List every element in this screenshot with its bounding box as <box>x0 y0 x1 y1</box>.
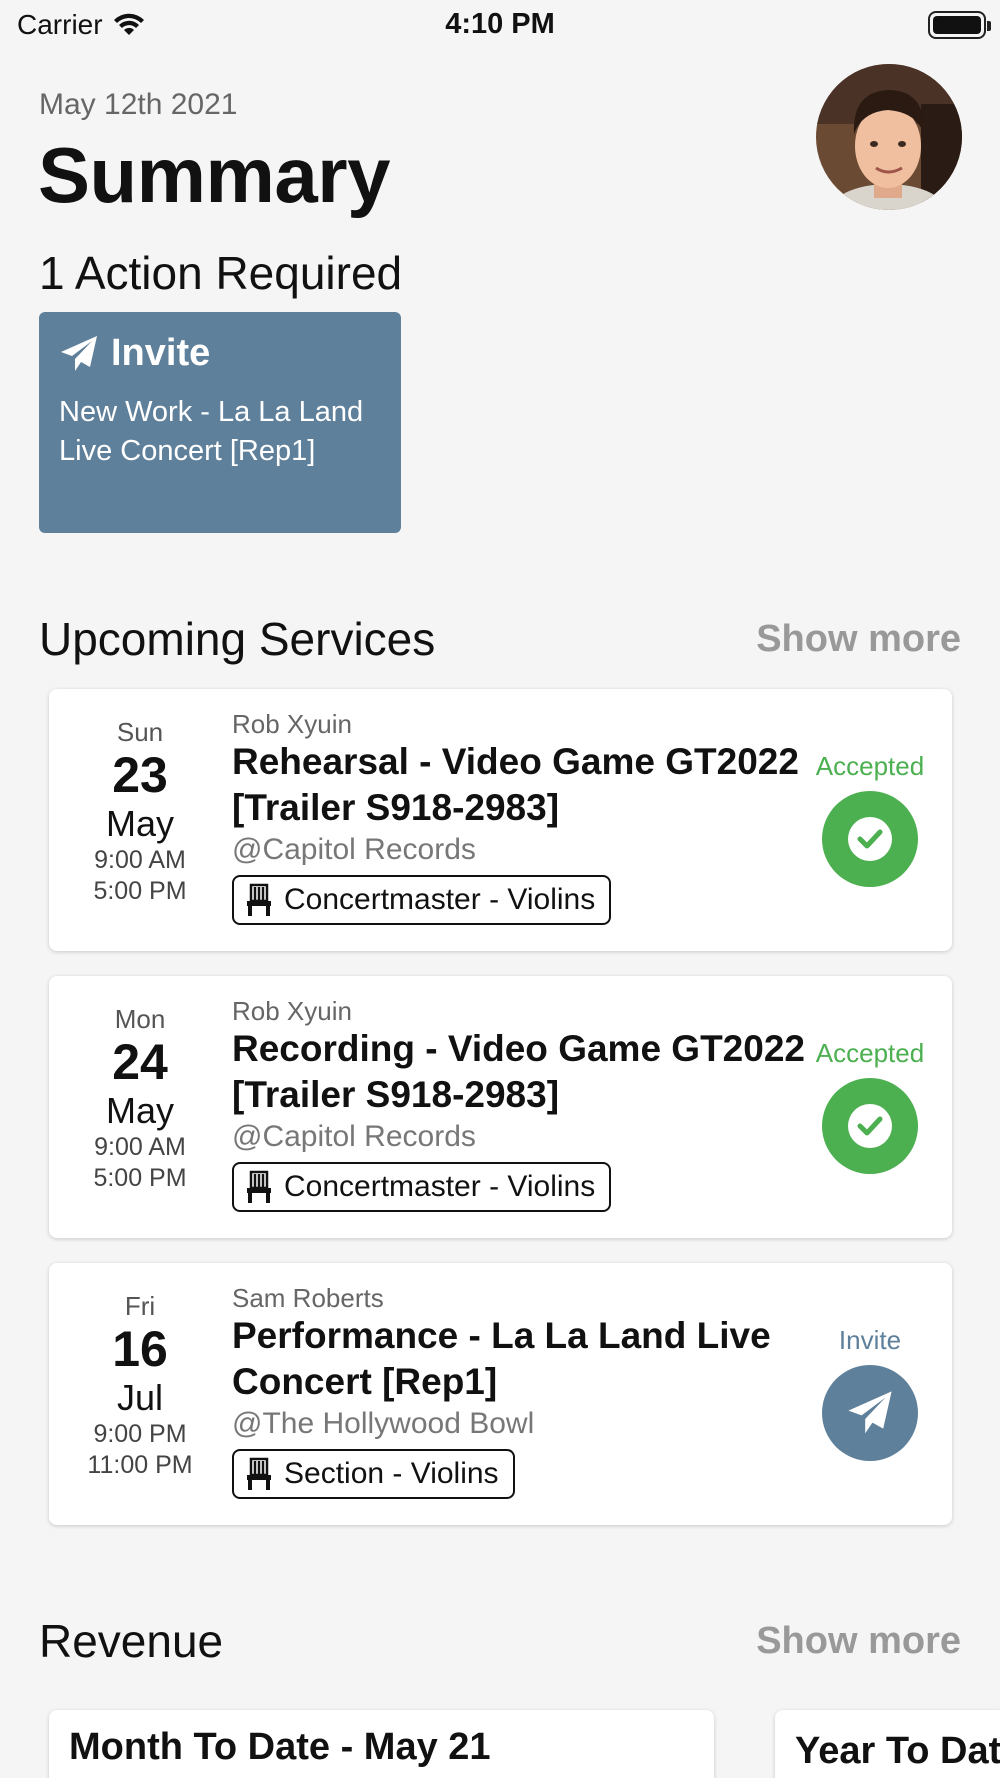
role-label: Section - Violins <box>284 1457 499 1490</box>
summary-date: May 12th 2021 <box>39 88 238 121</box>
service-month: May <box>105 1090 174 1131</box>
service-status: Invite <box>790 1325 950 1461</box>
service-card[interactable]: Sun 23 May 9:00 AM 5:00 PM Rob Xyuin Reh… <box>49 689 952 951</box>
revenue-section-header: Revenue Show more <box>39 1614 961 1668</box>
service-contact: Rob Xyuin <box>232 709 352 739</box>
role-label: Concertmaster - Violins <box>284 883 596 916</box>
service-status: Accepted <box>790 751 950 887</box>
chair-icon <box>247 1457 271 1490</box>
chair-icon <box>247 1170 271 1203</box>
paper-plane-icon <box>848 1391 892 1434</box>
actions-heading: 1 Action Required <box>39 247 403 299</box>
role-chip: Concertmaster - Violins <box>232 875 612 925</box>
service-contact: Rob Xyuin <box>232 996 352 1026</box>
action-card-type: Invite <box>111 332 211 374</box>
section-title: Upcoming Services <box>39 613 436 665</box>
status-button[interactable] <box>822 1365 918 1461</box>
service-end-time: 11:00 PM <box>87 1451 193 1479</box>
service-venue: @The Hollywood Bowl <box>232 1407 535 1440</box>
service-date: Sun 23 May 9:00 AM 5:00 PM <box>49 717 231 907</box>
service-title: Recording - Video Game GT2022 [Trailer S… <box>232 1028 805 1115</box>
role-chip: Section - Violins <box>232 1449 515 1499</box>
role-label: Concertmaster - Violins <box>284 1170 596 1203</box>
service-start-time: 9:00 AM <box>94 846 186 874</box>
revenue-card-title: Month To Date - May 21 <box>69 1726 491 1768</box>
service-start-time: 9:00 PM <box>93 1420 187 1448</box>
status-button[interactable] <box>822 1078 918 1174</box>
service-day: 23 <box>112 747 168 803</box>
service-weekday: Mon <box>114 1004 166 1034</box>
service-info: Sam Roberts Performance - La La Land Liv… <box>232 1283 832 1499</box>
service-weekday: Fri <box>124 1291 156 1321</box>
status-label: Invite <box>838 1325 902 1355</box>
action-card-text: New Work - La La Land Live Concert [Rep1… <box>59 396 364 467</box>
service-card[interactable]: Fri 16 Jul 9:00 PM 11:00 PM Sam Roberts … <box>49 1263 952 1525</box>
service-date: Fri 16 Jul 9:00 PM 11:00 PM <box>49 1291 231 1481</box>
service-day: 16 <box>112 1321 168 1377</box>
role-chip: Concertmaster - Violins <box>232 1162 612 1212</box>
upcoming-section-header: Upcoming Services Show more <box>39 612 961 666</box>
chair-icon <box>247 883 271 916</box>
service-start-time: 9:00 AM <box>94 1133 186 1161</box>
service-contact: Sam Roberts <box>232 1283 384 1313</box>
show-more-button[interactable]: Show more <box>756 618 961 661</box>
service-title: Performance - La La Land Live Concert [R… <box>232 1315 771 1402</box>
service-end-time: 5:00 PM <box>93 1164 187 1192</box>
service-month: May <box>105 803 174 844</box>
service-weekday: Sun <box>116 717 164 747</box>
status-time: 4:10 PM <box>445 8 555 40</box>
service-venue: @Capitol Records <box>232 833 476 866</box>
paper-plane-icon <box>61 335 97 371</box>
service-title: Rehearsal - Video Game GT2022 [Trailer S… <box>232 741 799 828</box>
avatar-photo <box>816 64 962 210</box>
service-date: Mon 24 May 9:00 AM 5:00 PM <box>49 1004 231 1194</box>
service-end-time: 5:00 PM <box>93 877 187 905</box>
revenue-card-year[interactable]: Year To Date <box>775 1710 1000 1778</box>
service-month: Jul <box>116 1377 164 1418</box>
battery-icon <box>928 11 991 39</box>
check-icon <box>848 1104 892 1148</box>
service-day: 24 <box>112 1034 168 1090</box>
revenue-card-month[interactable]: Month To Date - May 21 <box>49 1710 714 1778</box>
avatar[interactable] <box>816 64 962 210</box>
status-label: Accepted <box>815 751 925 781</box>
revenue-card-title: Year To Date <box>795 1730 1000 1772</box>
service-info: Rob Xyuin Recording - Video Game GT2022 … <box>232 996 832 1212</box>
status-label: Accepted <box>815 1038 925 1068</box>
service-venue: @Capitol Records <box>232 1120 476 1153</box>
service-status: Accepted <box>790 1038 950 1174</box>
service-info: Rob Xyuin Rehearsal - Video Game GT2022 … <box>232 709 832 925</box>
check-icon <box>848 817 892 861</box>
page-title: Summary <box>38 131 391 219</box>
service-card[interactable]: Mon 24 May 9:00 AM 5:00 PM Rob Xyuin Rec… <box>49 976 952 1238</box>
show-more-button[interactable]: Show more <box>756 1620 961 1663</box>
status-button[interactable] <box>822 791 918 887</box>
section-title: Revenue <box>39 1615 224 1667</box>
action-invite-card[interactable]: Invite New Work - La La Land Live Concer… <box>39 312 401 533</box>
status-bar: Carrier 4:10 PM <box>0 0 1000 52</box>
